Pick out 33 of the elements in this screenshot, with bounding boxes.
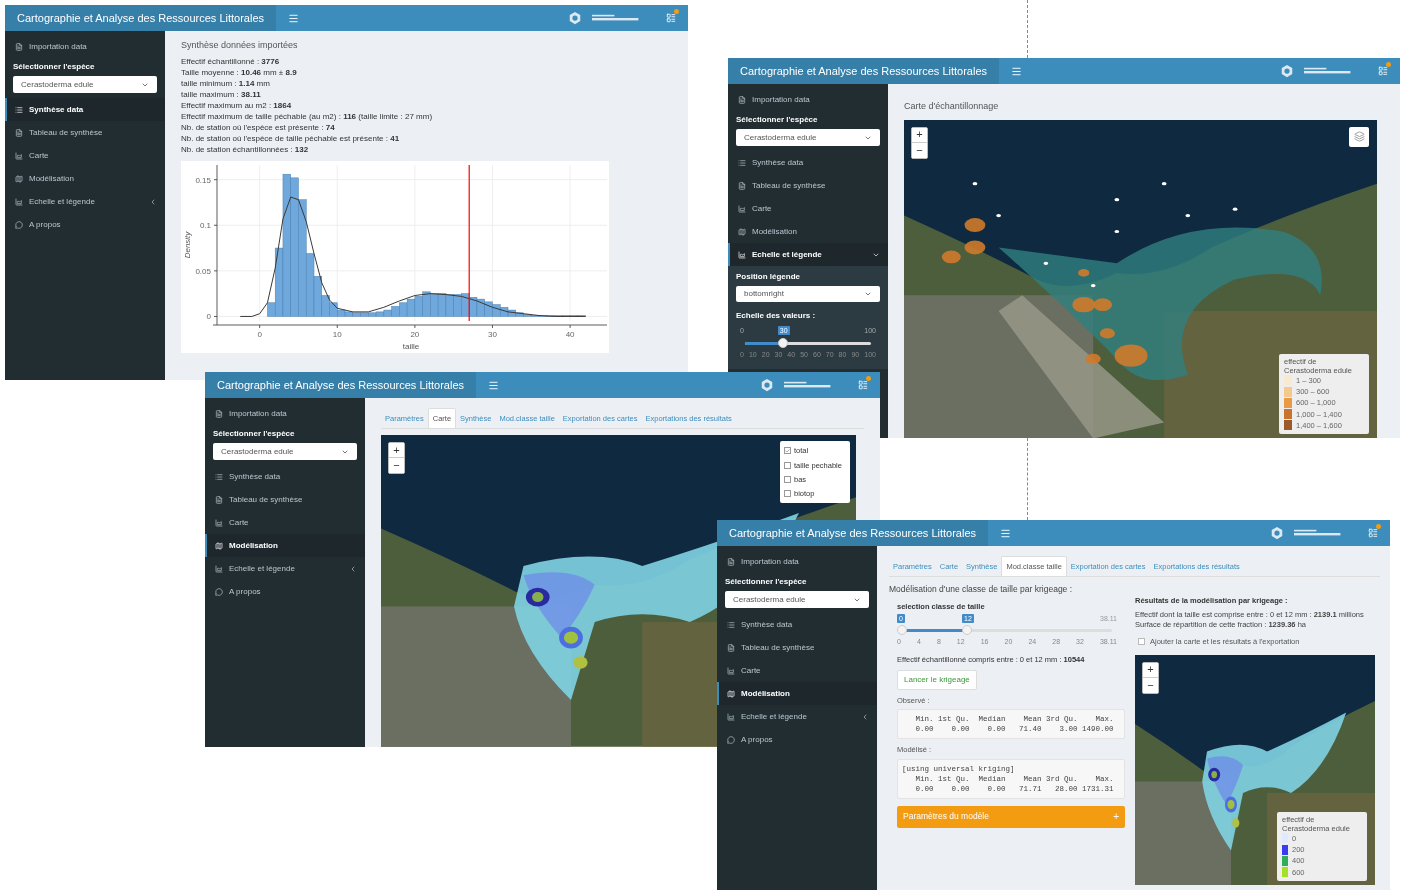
section-heading: Synthèse données importées	[181, 39, 299, 52]
tick-label: 40	[565, 329, 575, 339]
tick-label: 0.15	[195, 175, 211, 185]
stat-line: Effectif maximum au m2 : 1864	[181, 99, 293, 111]
app-title: Cartographie et Analyse des Ressources Littorales	[17, 10, 265, 26]
field-label: Position légende	[736, 271, 801, 283]
stat-line: taille minimum : 1.14 mm	[181, 77, 271, 89]
app-title: Cartographie et Analyse des Ressources Littorales	[217, 377, 465, 393]
stat-line: Nb. de station échantillonnées : 132	[181, 143, 310, 155]
tick-label: 10	[332, 329, 342, 339]
tick-label: 0.1	[199, 220, 211, 230]
section-heading: Modélisation d'une classe de taille par krigeage :	[889, 583, 1074, 596]
field-label: Sélectionner l'espèce	[725, 576, 808, 588]
app-title: Cartographie et Analyse des Ressources Littorales	[740, 63, 988, 79]
field-label: Sélectionner l'espèce	[736, 114, 819, 126]
stat-line: Taille moyenne : 10.46 mm ± 8.9	[181, 66, 298, 78]
field-label: Echelle des valeurs :	[736, 310, 817, 322]
stat-line: Nb. de station où l'espèce est présente : 74	[181, 121, 336, 133]
tick-label: 0	[206, 311, 211, 321]
stat-line: Effectif maximum de taille péchable (au m2) : 116 (taille limite : 27 mm)	[181, 110, 434, 122]
field-label: Sélectionner l'espèce	[213, 428, 296, 440]
app-title: Cartographie et Analyse des Ressources Littorales	[729, 525, 977, 541]
tick-label: 30	[488, 329, 497, 339]
section-heading: Carte d'échantillonnage	[904, 100, 1000, 113]
tick-label: 0.05	[195, 266, 211, 276]
axis-title: Density	[183, 231, 192, 258]
stat-line: Effectif échantillonné : 3776	[181, 55, 281, 67]
stat-line: Nb. de station où l'espèce de taille péchable est présente : 41	[181, 132, 401, 144]
axis-title: taille	[402, 341, 420, 351]
tick-label: 20	[410, 329, 420, 339]
field-label: Sélectionner l'espèce	[13, 61, 96, 73]
tick-label: 0	[257, 329, 262, 339]
stat-line: taille maximum : 38.11	[181, 88, 262, 100]
